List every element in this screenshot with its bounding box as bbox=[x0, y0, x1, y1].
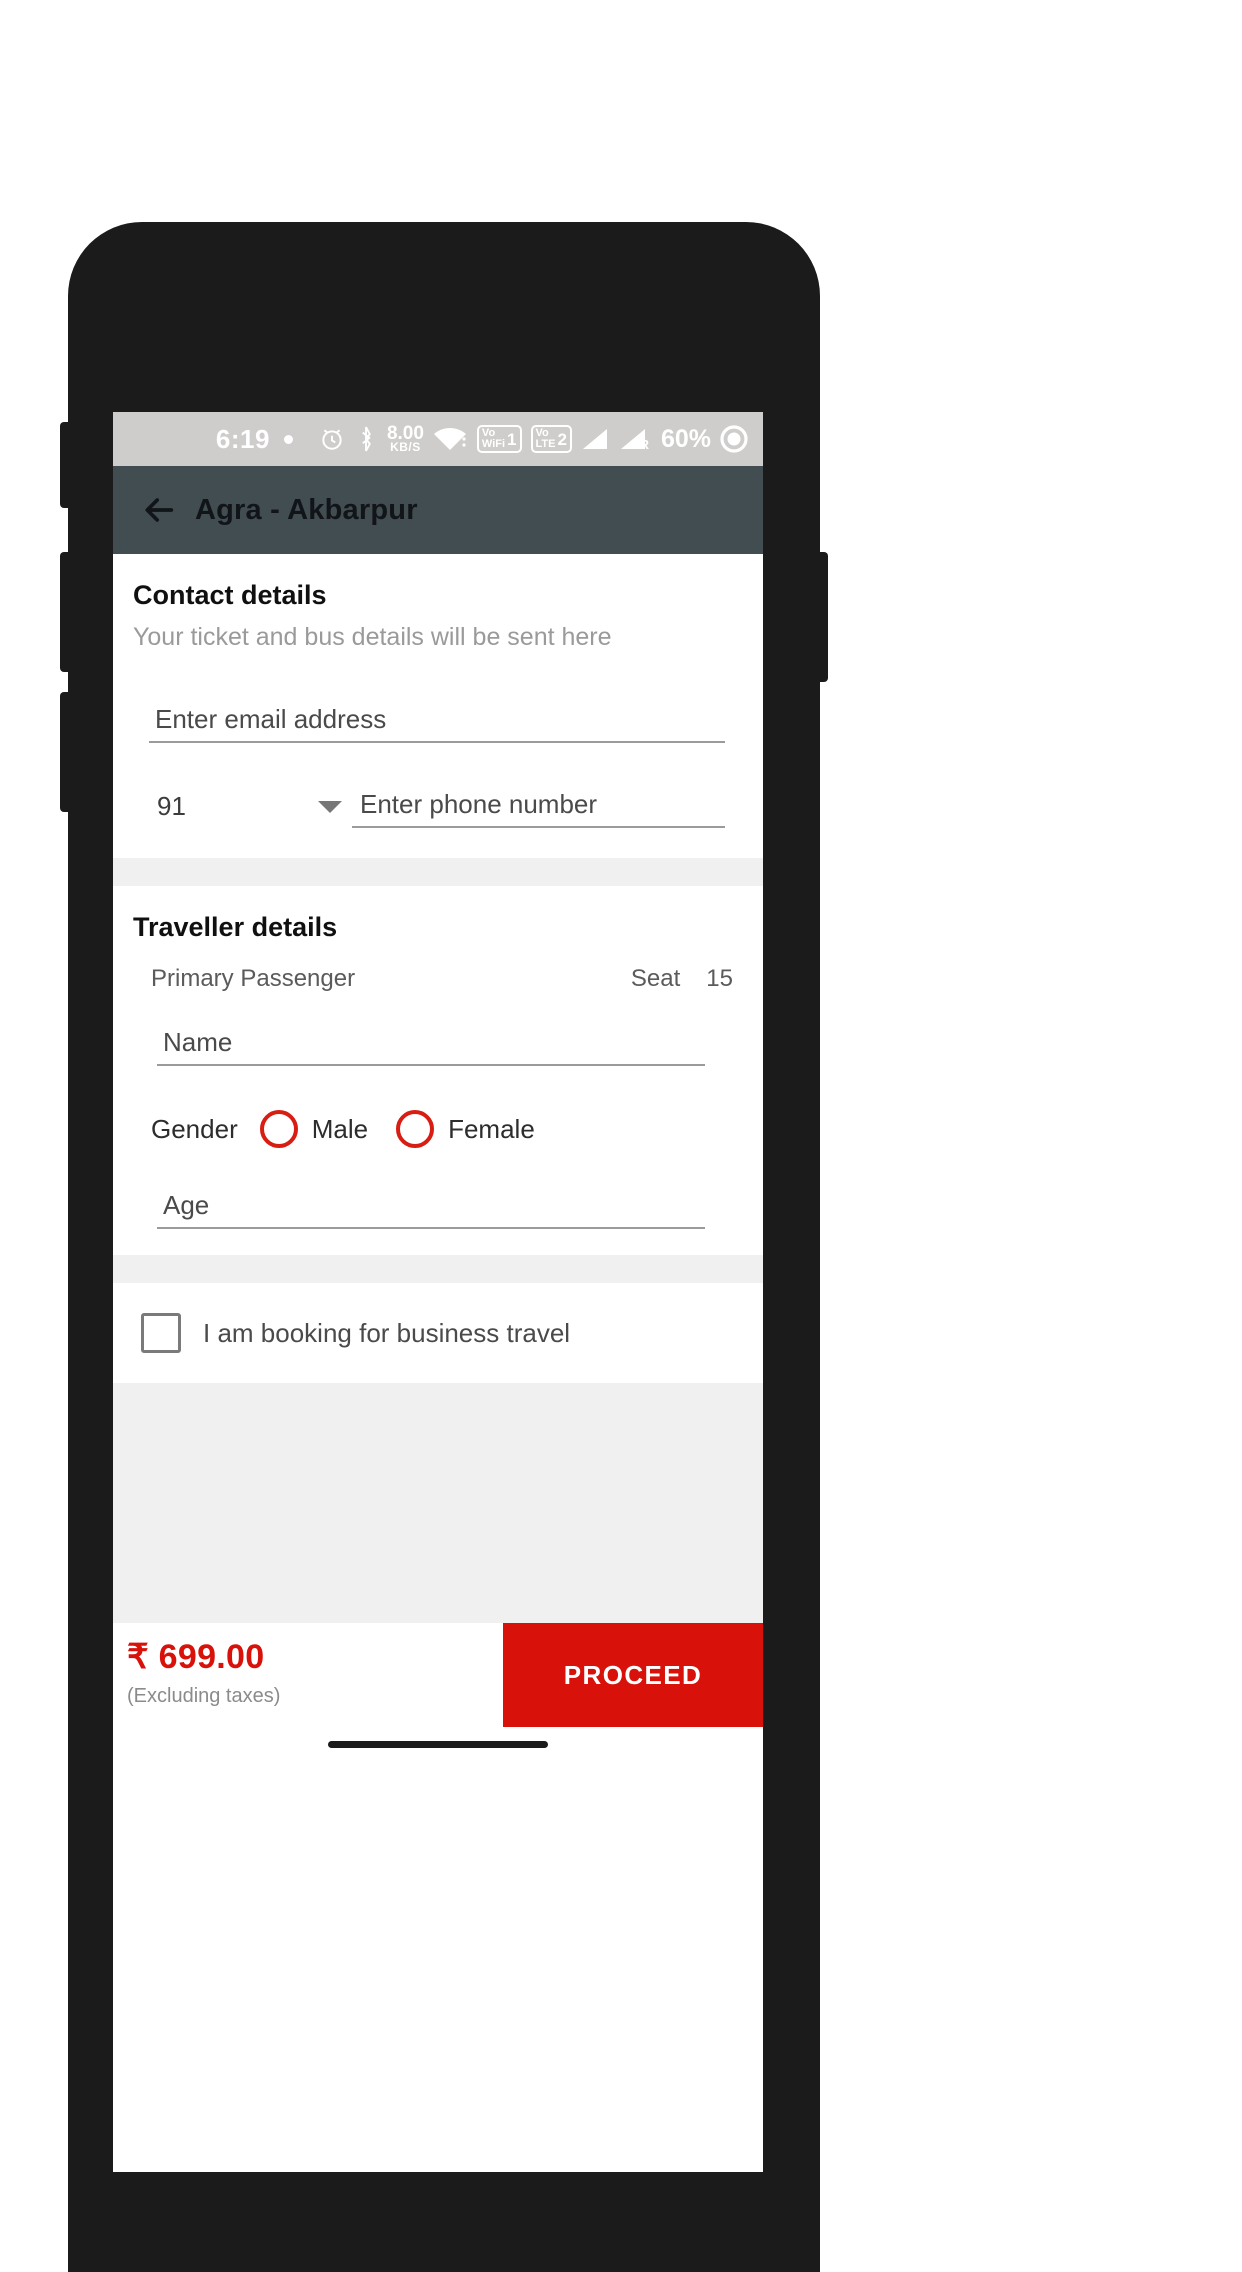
power-button[interactable] bbox=[814, 552, 828, 682]
gender-radio-male[interactable] bbox=[259, 1110, 298, 1148]
business-travel-label: I am booking for business travel bbox=[203, 1317, 571, 1348]
gender-option-female-label[interactable]: Female bbox=[448, 1114, 535, 1145]
sim2-number: 2 bbox=[557, 429, 567, 449]
gender-radio-female[interactable] bbox=[396, 1110, 435, 1148]
traveller-details-heading: Traveller details bbox=[133, 912, 338, 942]
business-travel-checkbox[interactable] bbox=[141, 1313, 181, 1353]
chevron-down-icon bbox=[318, 800, 342, 813]
roaming-label: R bbox=[639, 437, 649, 452]
status-clock: 6:19 bbox=[215, 423, 270, 454]
section-divider bbox=[113, 858, 763, 886]
volte-icon: Vo LTE 2 bbox=[530, 425, 572, 453]
back-arrow-icon[interactable] bbox=[143, 493, 177, 527]
battery-icon bbox=[719, 424, 749, 454]
signal-icon bbox=[581, 427, 609, 451]
volume-down-button[interactable] bbox=[60, 692, 74, 812]
status-bar: 6:19 8.00 KB/S Vo WiFi 1 Vo LTE 2 R 60% bbox=[113, 412, 763, 466]
passenger-header-row: Primary Passenger Seat 15 bbox=[151, 965, 733, 993]
network-speed-unit: KB/S bbox=[390, 440, 421, 455]
mute-button[interactable] bbox=[60, 422, 74, 508]
phone-row: 91 Enter phone number bbox=[149, 789, 725, 836]
notification-dot-icon bbox=[283, 434, 293, 444]
age-input[interactable]: Age bbox=[157, 1190, 705, 1229]
signal-roaming-icon: R bbox=[619, 427, 649, 452]
volume-up-button[interactable] bbox=[60, 552, 74, 672]
business-travel-row[interactable]: I am booking for business travel bbox=[113, 1283, 763, 1383]
proceed-button[interactable]: PROCEED bbox=[503, 1623, 763, 1727]
wifi-icon bbox=[433, 426, 467, 452]
contact-details-subtitle: Your ticket and bus details will be sent… bbox=[133, 623, 612, 651]
bottom-action-bar: ₹ 699.00 (Excluding taxes) PROCEED bbox=[113, 1623, 763, 1727]
name-input[interactable]: Name bbox=[157, 1027, 705, 1066]
empty-space bbox=[113, 1383, 763, 1623]
business-travel-card: I am booking for business travel bbox=[113, 1283, 763, 1383]
gender-option-male-label[interactable]: Male bbox=[312, 1114, 368, 1145]
seat-number: 15 bbox=[706, 965, 733, 992]
fare-block: ₹ 699.00 (Excluding taxes) bbox=[113, 1623, 503, 1727]
seat-info: Seat 15 bbox=[631, 965, 733, 993]
country-code-value: 91 bbox=[157, 791, 186, 821]
seat-label: Seat bbox=[630, 965, 681, 992]
alarm-icon bbox=[319, 426, 345, 452]
volte-wifi-bottom: WiFi bbox=[481, 438, 506, 450]
contact-details-heading: Contact details bbox=[133, 580, 327, 610]
network-speed-indicator: 8.00 KB/S bbox=[387, 423, 424, 455]
navigation-bar bbox=[113, 1727, 763, 1761]
sim1-number: 1 bbox=[507, 429, 517, 449]
battery-percent-label: 60% bbox=[660, 424, 711, 453]
phone-input[interactable]: Enter phone number bbox=[352, 789, 725, 828]
passenger-label: Primary Passenger bbox=[151, 965, 356, 992]
fare-note: (Excluding taxes) bbox=[127, 1685, 281, 1707]
gender-label: Gender bbox=[151, 1113, 238, 1144]
phone-screen: 6:19 8.00 KB/S Vo WiFi 1 Vo LTE 2 R 60% … bbox=[113, 412, 763, 2172]
gender-row: Gender Male Female bbox=[151, 1110, 743, 1148]
contact-details-card: Contact details Your ticket and bus deta… bbox=[113, 554, 763, 858]
home-indicator[interactable] bbox=[328, 1740, 548, 1748]
volte-wifi-icon: Vo WiFi 1 bbox=[476, 425, 522, 453]
email-input[interactable]: Enter email address bbox=[149, 704, 725, 743]
app-bar: Agra - Akbarpur bbox=[113, 466, 763, 554]
fare-amount: ₹ 699.00 bbox=[127, 1638, 265, 1676]
country-code-select[interactable]: 91 bbox=[149, 791, 352, 828]
section-divider-2 bbox=[113, 1255, 763, 1283]
traveller-details-card: Traveller details Primary Passenger Seat… bbox=[113, 886, 763, 1229]
bluetooth-icon bbox=[355, 426, 377, 452]
page-title: Agra - Akbarpur bbox=[195, 493, 418, 526]
volte-bottom: LTE bbox=[535, 438, 556, 450]
